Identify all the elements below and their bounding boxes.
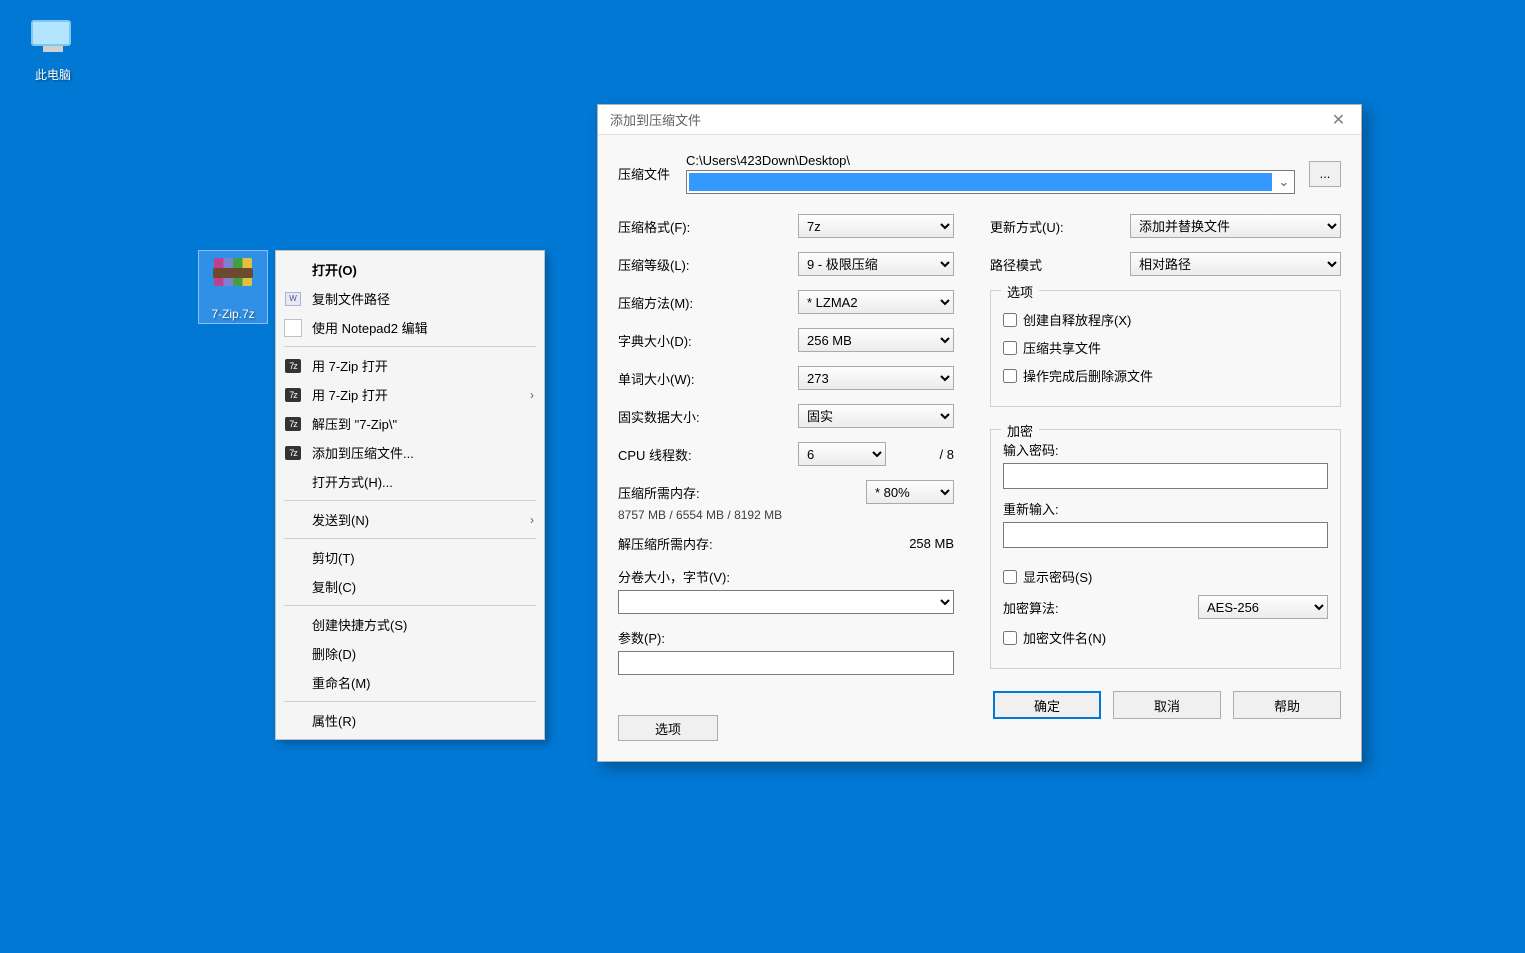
archive-name-input[interactable] (689, 173, 1272, 191)
ok-button[interactable]: 确定 (993, 691, 1101, 719)
context-menu: 打开(O) W 复制文件路径 使用 Notepad2 编辑 7z 用 7-Zip… (275, 250, 545, 740)
encryption-group: 加密 输入密码: 重新输入: 显示密码(S) 加密算法: AES-256 加密文… (990, 429, 1341, 669)
separator (284, 538, 536, 539)
options-button[interactable]: 选项 (618, 715, 718, 741)
encryption-legend: 加密 (1001, 421, 1039, 440)
chk-show-password[interactable]: 显示密码(S) (1003, 567, 1328, 586)
close-button[interactable]: ✕ (1316, 105, 1361, 135)
pathmode-select[interactable]: 相对路径 (1130, 252, 1341, 276)
format-select[interactable]: 7z (798, 214, 954, 238)
ctx-copy-path[interactable]: W 复制文件路径 (276, 284, 544, 313)
password-confirm-input[interactable] (1003, 522, 1328, 548)
chevron-down-icon[interactable]: ⌄ (1274, 174, 1294, 190)
7z-icon: 7z (285, 417, 301, 431)
separator (284, 605, 536, 606)
level-label: 压缩等级(L): (618, 255, 798, 274)
options-group: 选项 创建自释放程序(X) 压缩共享文件 操作完成后删除源文件 (990, 290, 1341, 407)
browse-button[interactable]: ... (1309, 161, 1341, 187)
ctx-cut[interactable]: 剪切(T) (276, 543, 544, 572)
password-label: 输入密码: (1003, 440, 1328, 459)
chk-shared[interactable]: 压缩共享文件 (1003, 338, 1328, 357)
desktop-label: 7-Zip.7z (201, 307, 265, 321)
help-button[interactable]: 帮助 (1233, 691, 1341, 719)
7z-icon: 7z (285, 446, 301, 460)
word-select[interactable]: 273 (798, 366, 954, 390)
mem-percent-select[interactable]: * 80% (866, 480, 954, 504)
ctx-rename[interactable]: 重命名(M) (276, 668, 544, 697)
ctx-notepad2-edit[interactable]: 使用 Notepad2 编辑 (276, 313, 544, 342)
archive-label: 压缩文件 (618, 164, 686, 183)
dialog-title: 添加到压缩文件 (610, 110, 701, 129)
word-label: 单词大小(W): (618, 369, 798, 388)
ctx-copy[interactable]: 复制(C) (276, 572, 544, 601)
dialog-titlebar[interactable]: 添加到压缩文件 ✕ (598, 105, 1361, 135)
ctx-add-to-archive[interactable]: 7z 添加到压缩文件... (276, 438, 544, 467)
params-label: 参数(P): (618, 628, 665, 647)
options-legend: 选项 (1001, 282, 1039, 301)
split-label: 分卷大小，字节(V): (618, 567, 730, 586)
7z-icon: 7z (285, 388, 301, 402)
format-label: 压缩格式(F): (618, 217, 798, 236)
chk-sfx[interactable]: 创建自释放程序(X) (1003, 310, 1328, 329)
password2-label: 重新输入: (1003, 499, 1328, 518)
pathmode-label: 路径模式 (990, 255, 1130, 274)
password-input[interactable] (1003, 463, 1328, 489)
threads-select[interactable]: 6 (798, 442, 886, 466)
chevron-right-icon: › (530, 513, 534, 527)
update-label: 更新方式(U): (990, 217, 1130, 236)
separator (284, 346, 536, 347)
desktop-icon-7zip-file[interactable]: 7-Zip.7z (198, 250, 268, 324)
threads-label: CPU 线程数: (618, 445, 798, 464)
algo-select[interactable]: AES-256 (1198, 595, 1328, 619)
update-select[interactable]: 添加并替换文件 (1130, 214, 1341, 238)
ctx-create-shortcut[interactable]: 创建快捷方式(S) (276, 610, 544, 639)
threads-total: / 8 (940, 447, 954, 462)
close-icon: ✕ (1332, 110, 1345, 130)
ctx-open-with-7zip-1[interactable]: 7z 用 7-Zip 打开 (276, 351, 544, 380)
ctx-send-to[interactable]: 发送到(N)› (276, 505, 544, 534)
level-select[interactable]: 9 - 极限压缩 (798, 252, 954, 276)
desktop-label: 此电脑 (18, 66, 88, 83)
method-select[interactable]: * LZMA2 (798, 290, 954, 314)
chk-encrypt-names[interactable]: 加密文件名(N) (1003, 628, 1328, 647)
winrar-archive-icon (209, 255, 257, 303)
notepad-icon (284, 319, 302, 337)
solid-label: 固实数据大小: (618, 407, 798, 426)
path-icon: W (285, 292, 301, 306)
monitor-icon (29, 14, 77, 62)
archive-name-combo[interactable]: ⌄ (686, 170, 1295, 194)
mem-comp-value: 8757 MB / 6554 MB / 8192 MB (618, 508, 954, 522)
algo-label: 加密算法: (1003, 598, 1188, 617)
ctx-open-with[interactable]: 打开方式(H)... (276, 467, 544, 496)
dict-label: 字典大小(D): (618, 331, 798, 350)
7z-icon: 7z (285, 359, 301, 373)
ctx-delete[interactable]: 删除(D) (276, 639, 544, 668)
ctx-open[interactable]: 打开(O) (276, 255, 544, 284)
ctx-properties[interactable]: 属性(R) (276, 706, 544, 735)
add-to-archive-dialog: 添加到压缩文件 ✕ 压缩文件 C:\Users\423Down\Desktop\… (597, 104, 1362, 762)
cancel-button[interactable]: 取消 (1113, 691, 1221, 719)
desktop-icon-this-pc[interactable]: 此电脑 (18, 14, 88, 83)
split-select[interactable] (618, 590, 954, 614)
solid-select[interactable]: 固实 (798, 404, 954, 428)
params-input[interactable] (618, 651, 954, 675)
archive-path: C:\Users\423Down\Desktop\ (686, 153, 1301, 168)
mem-decomp-label: 解压缩所需内存: (618, 534, 798, 553)
ctx-open-with-7zip-2[interactable]: 7z 用 7-Zip 打开› (276, 380, 544, 409)
chevron-right-icon: › (530, 388, 534, 402)
separator (284, 701, 536, 702)
dict-select[interactable]: 256 MB (798, 328, 954, 352)
separator (284, 500, 536, 501)
mem-comp-label: 压缩所需内存: (618, 483, 798, 502)
method-label: 压缩方法(M): (618, 293, 798, 312)
ctx-extract-to[interactable]: 7z 解压到 "7-Zip\" (276, 409, 544, 438)
chk-delete-source[interactable]: 操作完成后删除源文件 (1003, 366, 1328, 385)
mem-decomp-value: 258 MB (909, 536, 954, 551)
